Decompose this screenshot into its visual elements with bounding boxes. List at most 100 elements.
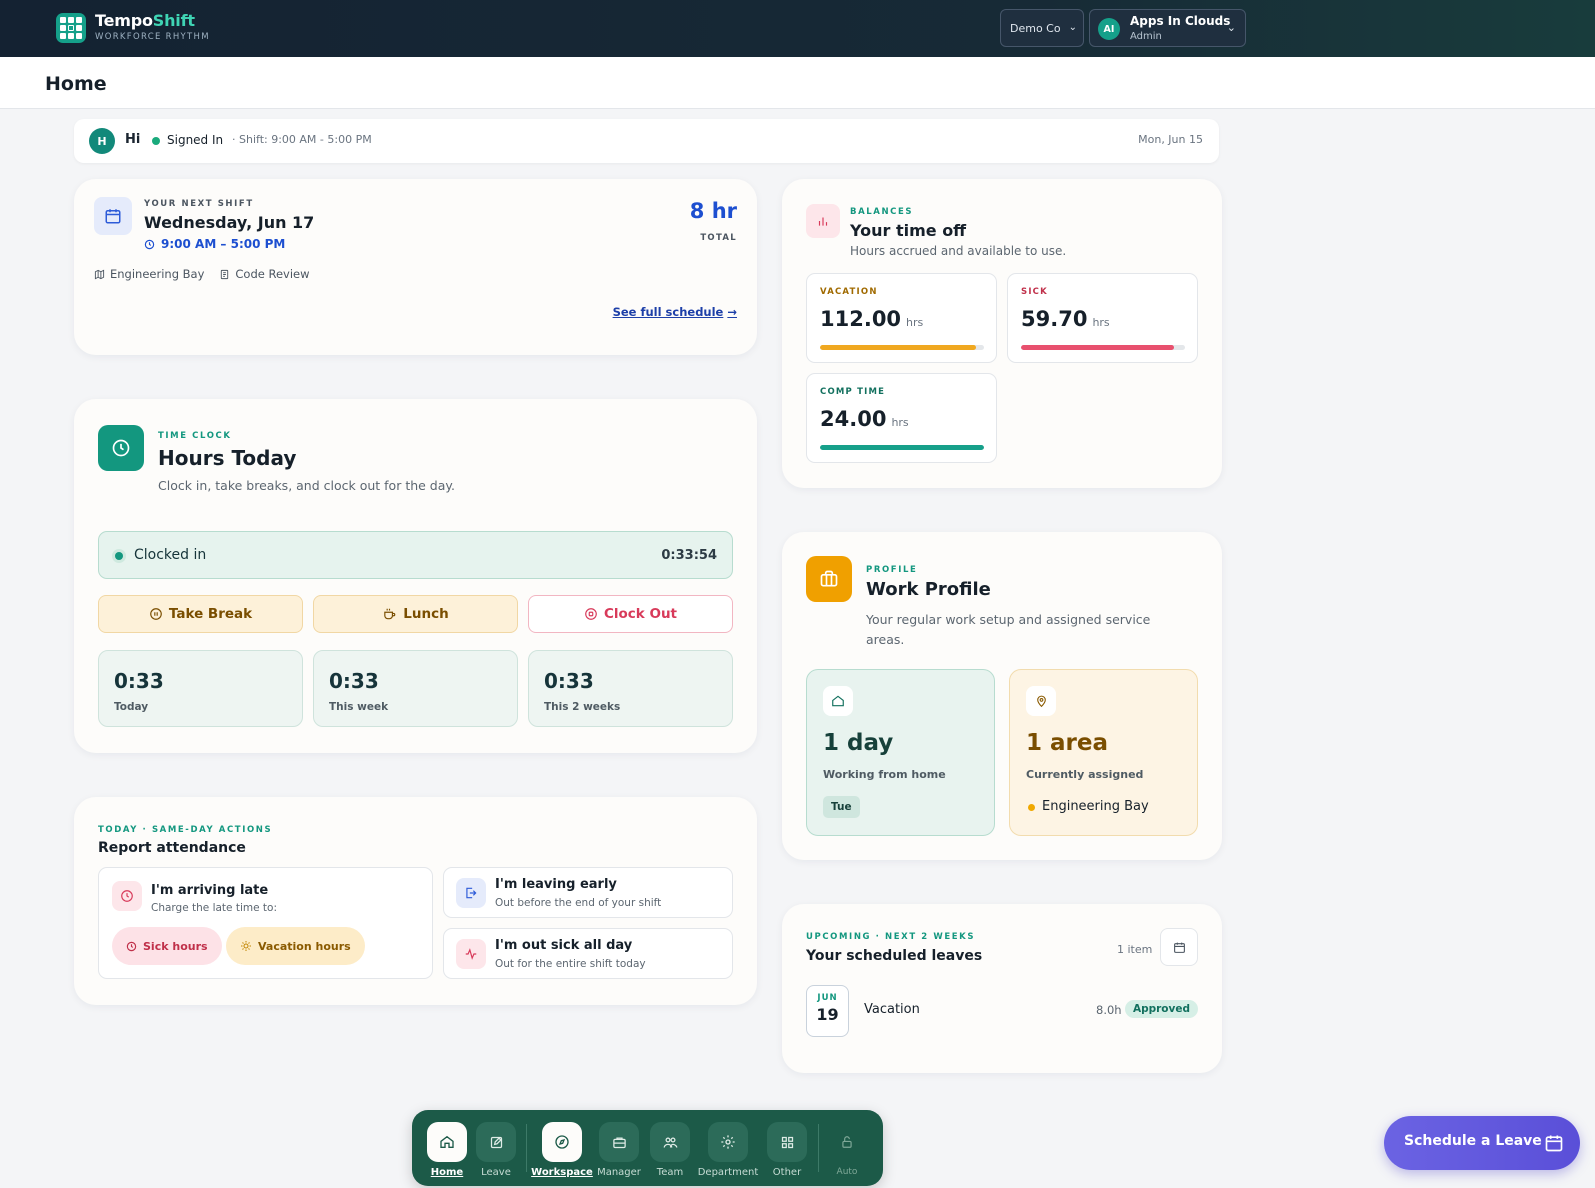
nav-leave-label: Leave [481, 1167, 511, 1178]
nav-divider [526, 1124, 527, 1172]
balance-label: SICK [1021, 287, 1048, 297]
area-name: Engineering Bay [1042, 799, 1149, 814]
next-shift-day: Wednesday, Jun 17 [144, 213, 315, 232]
nav-team[interactable] [650, 1122, 690, 1162]
nav-manager[interactable] [599, 1122, 639, 1162]
balance-value: 59.70 [1021, 307, 1088, 331]
sick-balance: SICK 59.70 hrs [1007, 273, 1198, 363]
top-bar: TempoShift WORKFORCE RHYTHM Demo Co ⌄ AI… [0, 0, 1595, 57]
leaving-early-option[interactable]: I'm leaving early Out before the end of … [443, 867, 733, 918]
take-break-label: Take Break [168, 606, 253, 622]
stop-icon [585, 608, 597, 620]
balance-bar-fill [820, 445, 984, 450]
clock-icon [144, 239, 155, 249]
leave-date-badge: JUN 19 [806, 985, 849, 1037]
leaves-count: 1 item [1117, 943, 1153, 956]
balance-bar-fill [1021, 345, 1174, 350]
shift-hours: · Shift: 9:00 AM - 5:00 PM [232, 133, 372, 146]
calendar-icon [1545, 1135, 1563, 1152]
arrow-right-icon: → [727, 305, 737, 319]
sun-icon [241, 941, 251, 951]
next-shift-total: 8 hr [689, 199, 737, 223]
clocked-in-banner: Clocked in 0:33:54 [98, 531, 733, 579]
vacation-hours-button[interactable]: Vacation hours [226, 927, 365, 965]
lunch-label: Lunch [403, 606, 449, 622]
work-profile-card: PROFILE Work Profile Your regular work s… [782, 532, 1222, 860]
lunch-button[interactable]: Lunch [313, 595, 518, 633]
area-dot-icon [1028, 804, 1035, 811]
sick-hours-button[interactable]: Sick hours [112, 927, 222, 965]
next-shift-time-label: 9:00 AM – 5:00 PM [161, 237, 286, 251]
calendar-icon [1173, 942, 1185, 953]
chevron-down-icon: ⌄ [1226, 21, 1236, 34]
nav-leave[interactable] [476, 1122, 516, 1162]
arriving-late-title: I'm arriving late [151, 883, 269, 898]
schedule-leave-button[interactable]: Schedule a Leave [1384, 1116, 1580, 1170]
chevron-down-icon: ⌄ [1068, 22, 1077, 33]
area-tile: 1 area Currently assigned Engineering Ba… [1009, 669, 1198, 836]
location-pin-icon [1026, 686, 1056, 716]
balances-card: BALANCES Your time off Hours accrued and… [782, 179, 1222, 488]
stat-label: This week [329, 701, 389, 713]
profile-eyebrow: PROFILE [866, 565, 918, 575]
nav-department[interactable] [708, 1122, 748, 1162]
wfh-day-badge: Tue [823, 796, 860, 818]
comp-time-balance-bar [820, 445, 984, 450]
next-shift-total-label: TOTAL [700, 233, 737, 243]
nav-home[interactable] [427, 1122, 467, 1162]
arriving-late-option[interactable]: I'm arriving late Charge the late time t… [98, 867, 433, 979]
stat-value: 0:33 [544, 669, 594, 693]
calendar-button[interactable] [1160, 928, 1198, 966]
see-full-schedule-label: See full schedule [612, 305, 724, 319]
area-label: Currently assigned [1026, 768, 1144, 781]
wfh-label: Working from home [823, 768, 946, 781]
clock-out-button[interactable]: Clock Out [528, 595, 733, 633]
balance-value: 112.00 [820, 307, 902, 331]
user-role: Admin [1130, 31, 1162, 42]
nav-divider [818, 1124, 819, 1172]
stat-today: 0:33 Today [98, 650, 303, 727]
sick-balance-bar [1021, 345, 1185, 350]
nav-workspace[interactable] [542, 1122, 582, 1162]
vacation-balance-bar [820, 345, 984, 350]
signin-state: Signed In [167, 133, 224, 147]
leaving-early-title: I'm leaving early [495, 877, 617, 892]
nav-auto-lock[interactable] [827, 1122, 867, 1162]
user-menu[interactable]: AI Apps In Clouds Admin ⌄ [1089, 9, 1246, 47]
see-full-schedule-link[interactable]: See full schedule → [613, 305, 737, 319]
edit-icon [490, 1136, 502, 1148]
leave-day: 19 [816, 1005, 839, 1024]
stat-two-weeks: 0:33 This 2 weeks [528, 650, 733, 727]
chart-icon [806, 204, 840, 238]
avatar: AI [1098, 18, 1120, 40]
out-sick-option[interactable]: I'm out sick all day Out for the entire … [443, 928, 733, 979]
comp-time-balance: COMP TIME 24.00 hrs [806, 373, 997, 463]
page-header: Home [0, 57, 1595, 109]
vacation-balance: VACATION 112.00 hrs [806, 273, 997, 363]
take-break-button[interactable]: Take Break [98, 595, 303, 633]
leave-row[interactable]: JUN 19 Vacation 8.0h Approved [806, 985, 1198, 1037]
balance-label: COMP TIME [820, 387, 886, 397]
compass-icon [555, 1135, 569, 1149]
company-select[interactable]: Demo Co ⌄ [1000, 9, 1084, 47]
attendance-card: TODAY · SAME-DAY ACTIONS Report attendan… [74, 797, 757, 1005]
leave-type: Vacation [864, 1002, 920, 1017]
calendar-icon [94, 197, 132, 235]
clock-out-label: Clock Out [603, 606, 678, 622]
leaves-card: UPCOMING · NEXT 2 WEEKS Your scheduled l… [782, 904, 1222, 1073]
arriving-late-subtitle: Charge the late time to: [151, 902, 277, 914]
balance-label: VACATION [820, 287, 878, 297]
brand-tagline: WORKFORCE RHYTHM [95, 32, 210, 42]
attendance-title: Report attendance [98, 840, 246, 856]
gear-icon [721, 1135, 735, 1149]
status-dot-icon [152, 137, 160, 145]
clock-elapsed: 0:33:54 [661, 548, 717, 563]
grid-icon [781, 1136, 793, 1148]
sick-hours-label: Sick hours [143, 939, 208, 953]
nav-auto-label: Auto [836, 1167, 858, 1177]
exit-icon [456, 878, 486, 908]
nav-other[interactable] [767, 1122, 807, 1162]
balances-title: Your time off [850, 221, 967, 240]
wfh-tile: 1 day Working from home Tue [806, 669, 995, 836]
balance-bar-fill [820, 345, 976, 350]
